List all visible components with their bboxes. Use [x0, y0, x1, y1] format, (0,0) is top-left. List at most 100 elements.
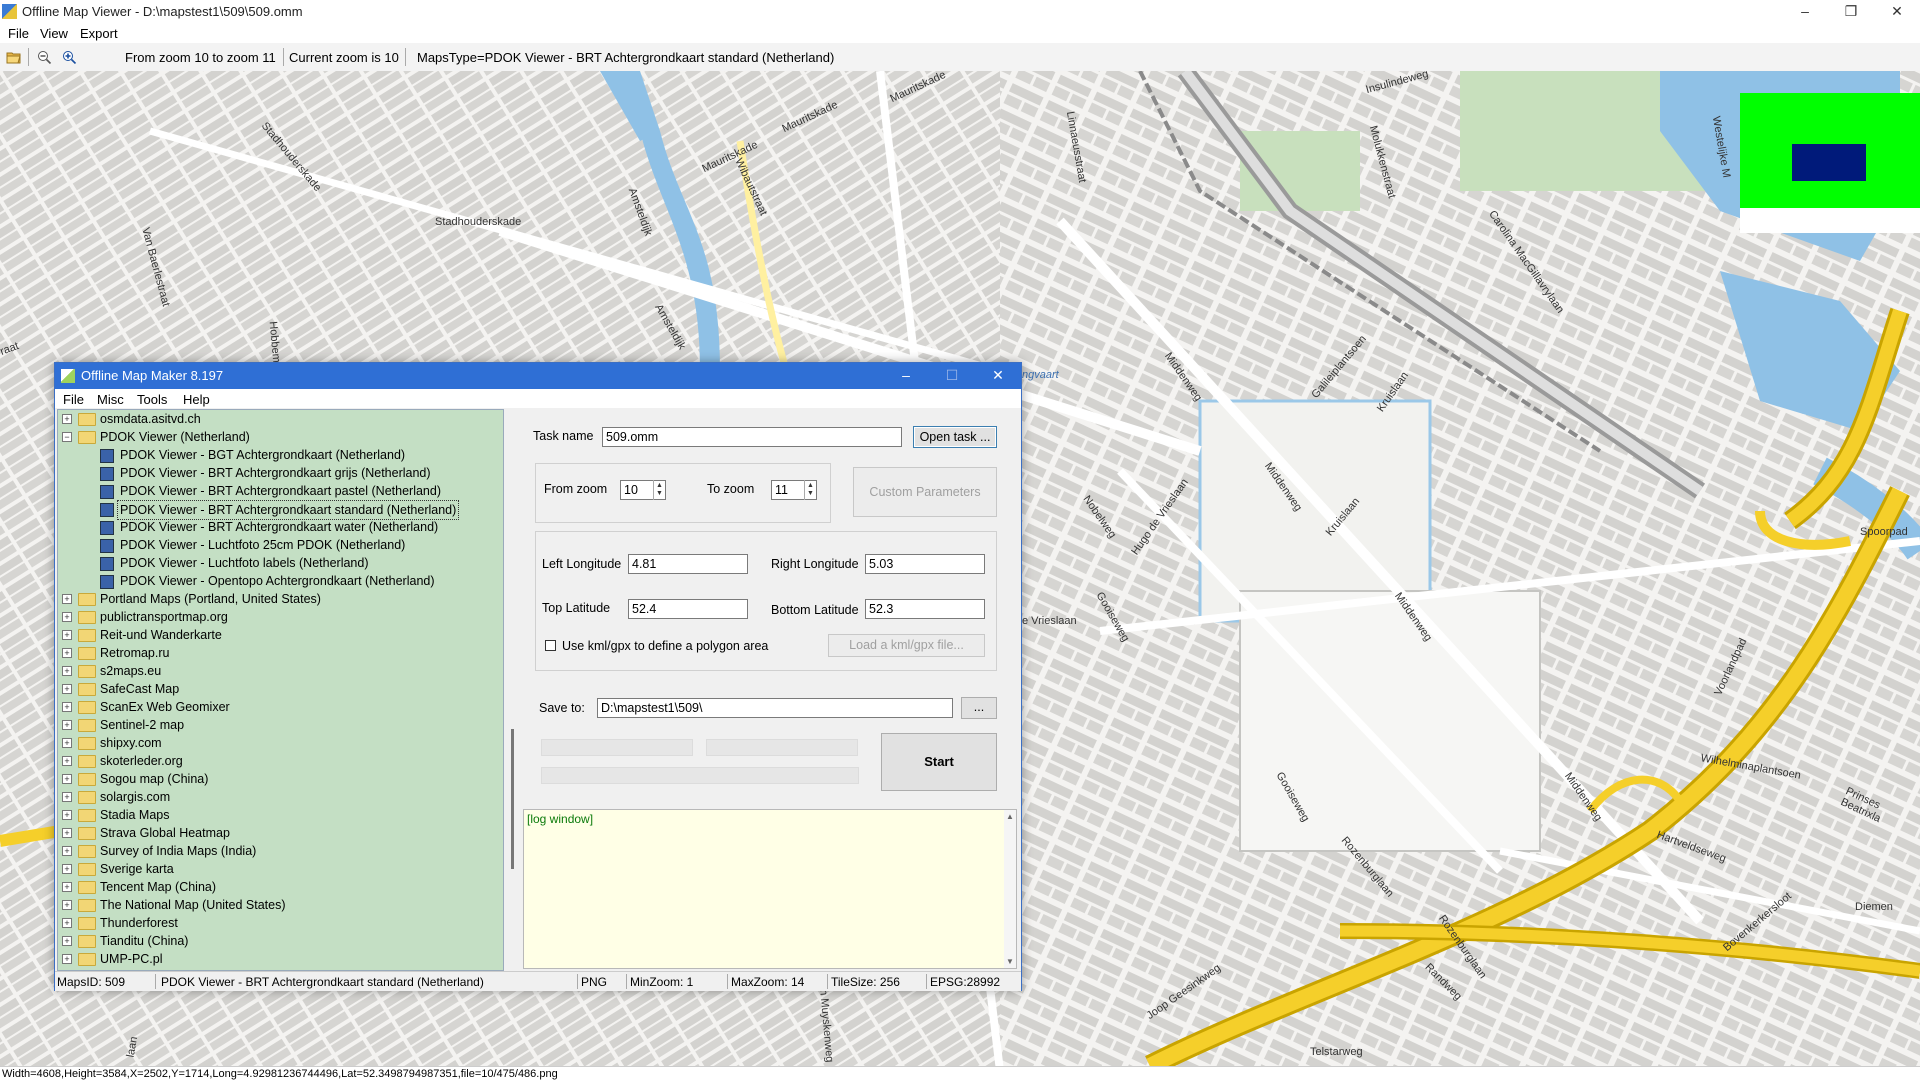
tree-expander-icon[interactable]: + — [62, 720, 72, 730]
tree-expander-icon[interactable]: + — [62, 594, 72, 604]
tree-folder-row[interactable]: + SafeCast Map — [58, 680, 488, 698]
tree-expander-icon[interactable]: + — [62, 684, 72, 694]
tree-map-row[interactable]: PDOK Viewer - BGT Achtergrondkaart (Neth… — [58, 446, 488, 464]
tree-folder-row[interactable]: + osmdata.asitvd.ch — [58, 410, 488, 428]
tree-map-row[interactable]: PDOK Viewer - BRT Achtergrondkaart stand… — [58, 500, 488, 520]
tree-folder-row[interactable]: + publictransportmap.org — [58, 608, 488, 626]
tree-expander-icon[interactable]: + — [62, 936, 72, 946]
tree-expander-icon[interactable]: + — [62, 792, 72, 802]
from-zoom-spinner[interactable]: ▲ ▼ — [653, 480, 666, 500]
tree-expander-icon[interactable]: + — [62, 864, 72, 874]
dialog-menu-misc[interactable]: Misc — [97, 392, 124, 407]
tree-map-label: PDOK Viewer - Opentopo Achtergrondkaart … — [120, 574, 435, 588]
folder-icon — [78, 683, 96, 696]
tree-folder-row[interactable]: + Portland Maps (Portland, United States) — [58, 590, 488, 608]
tree-folder-row[interactable]: − PDOK Viewer (Netherland) — [58, 428, 488, 446]
tree-map-row[interactable]: PDOK Viewer - Luchtfoto labels (Netherla… — [58, 554, 488, 572]
tree-folder-row[interactable]: + Retromap.ru — [58, 644, 488, 662]
tree-expander-icon[interactable]: + — [62, 648, 72, 658]
open-folder-icon[interactable] — [6, 50, 21, 64]
tree-expander-icon[interactable]: + — [62, 774, 72, 784]
tree-folder-row[interactable]: + shipxy.com — [58, 734, 488, 752]
tree-expander-icon[interactable]: + — [62, 738, 72, 748]
tree-expander-icon[interactable]: + — [62, 612, 72, 622]
tree-folder-row[interactable]: + Sverige karta — [58, 860, 488, 878]
tree-scrollbar[interactable] — [507, 409, 519, 969]
tree-folder-row[interactable]: + Survey of India Maps (India) — [58, 842, 488, 860]
tree-folder-label: publictransportmap.org — [100, 610, 228, 624]
right-longitude-input[interactable]: 5.03 — [865, 554, 985, 574]
tree-map-row[interactable]: PDOK Viewer - BRT Achtergrondkaart water… — [58, 518, 488, 536]
tree-folder-row[interactable]: + Sentinel-2 map — [58, 716, 488, 734]
dialog-menu-help[interactable]: Help — [183, 392, 210, 407]
open-task-button[interactable]: Open task ... — [913, 426, 997, 448]
load-kml-button[interactable]: Load a kml/gpx file... — [828, 634, 985, 657]
tree-map-row[interactable]: PDOK Viewer - BRT Achtergrondkaart grijs… — [58, 464, 488, 482]
tree-expander-icon[interactable]: − — [62, 432, 72, 442]
dialog-maximize-button[interactable]: ☐ — [929, 363, 975, 389]
tree-folder-row[interactable]: + s2maps.eu — [58, 662, 488, 680]
menu-file[interactable]: File — [8, 26, 29, 41]
dialog-menu-tools[interactable]: Tools — [137, 392, 167, 407]
dialog-close-button[interactable]: ✕ — [975, 363, 1021, 389]
tree-folder-row[interactable]: + Tencent Map (China) — [58, 878, 488, 896]
tree-expander-icon[interactable]: + — [62, 702, 72, 712]
tree-expander-icon[interactable]: + — [62, 954, 72, 964]
task-name-label: Task name — [533, 429, 594, 443]
to-zoom-input[interactable]: 11 ▲ ▼ — [771, 480, 817, 500]
zoom-in-icon[interactable] — [62, 50, 77, 64]
map-source-tree[interactable]: + osmdata.asitvd.ch − PDOK Viewer (Netherla… — [57, 409, 504, 971]
tree-expander-icon[interactable]: + — [62, 882, 72, 892]
tree-folder-row[interactable]: + The National Map (United States) — [58, 896, 488, 914]
tree-expander-icon[interactable]: + — [62, 900, 72, 910]
folder-icon — [78, 863, 96, 876]
tree-folder-row[interactable]: + Thunderforest — [58, 914, 488, 932]
tree-folder-row[interactable]: + ScanEx Web Geomixer — [58, 698, 488, 716]
tree-folder-row[interactable]: + Reit-und Wanderkarte — [58, 626, 488, 644]
tree-expander-icon[interactable]: + — [62, 810, 72, 820]
minimize-button[interactable]: – — [1782, 0, 1828, 24]
log-scrollbar[interactable]: ▲ ▼ — [1004, 810, 1016, 968]
browse-button[interactable]: ... — [961, 697, 997, 719]
app-icon — [2, 4, 17, 19]
to-zoom-spinner[interactable]: ▲ ▼ — [804, 480, 817, 500]
dialog-menu-file[interactable]: File — [63, 392, 84, 407]
tree-expander-icon[interactable]: + — [62, 846, 72, 856]
dialog-title-bar[interactable]: Offline Map Maker 8.197 – ☐ ✕ — [55, 363, 1021, 389]
tree-folder-row[interactable]: + Sogou map (China) — [58, 770, 488, 788]
save-to-input[interactable]: D:\mapstest1\509\ — [597, 698, 953, 718]
bottom-latitude-input[interactable]: 52.3 — [865, 599, 985, 619]
tree-folder-row[interactable]: + skoterleder.org — [58, 752, 488, 770]
folder-icon — [78, 935, 96, 948]
task-name-input[interactable]: 509.omm — [602, 427, 902, 447]
tree-map-row[interactable]: PDOK Viewer - Luchtfoto 25cm PDOK (Nethe… — [58, 536, 488, 554]
tree-expander-icon[interactable]: + — [62, 666, 72, 676]
tree-folder-row[interactable]: + Stadia Maps — [58, 806, 488, 824]
tree-expander-icon[interactable]: + — [62, 414, 72, 424]
from-zoom-input[interactable]: 10 ▲ ▼ — [620, 480, 666, 500]
tree-scrollbar-thumb[interactable] — [511, 729, 514, 869]
tree-folder-row[interactable]: + Tianditu (China) — [58, 932, 488, 950]
tree-folder-row[interactable]: + UMP-PC.pl — [58, 950, 488, 968]
menu-view[interactable]: View — [40, 26, 68, 41]
log-window[interactable]: [log window] ▲ ▼ — [523, 809, 1017, 969]
tree-expander-icon[interactable]: + — [62, 756, 72, 766]
tree-expander-icon[interactable]: + — [62, 828, 72, 838]
tree-map-row[interactable]: PDOK Viewer - Opentopo Achtergrondkaart … — [58, 572, 488, 590]
overview-viewport-rect[interactable] — [1792, 144, 1866, 181]
top-latitude-input[interactable]: 52.4 — [628, 599, 748, 619]
custom-parameters-button[interactable]: Custom Parameters — [853, 467, 997, 517]
start-button[interactable]: Start — [881, 733, 997, 791]
dialog-minimize-button[interactable]: – — [883, 363, 929, 389]
tree-folder-row[interactable]: + Strava Global Heatmap — [58, 824, 488, 842]
zoom-out-icon[interactable] — [37, 50, 52, 64]
tree-expander-icon[interactable]: + — [62, 630, 72, 640]
kml-checkbox[interactable] — [545, 640, 556, 651]
left-longitude-input[interactable]: 4.81 — [628, 554, 748, 574]
maximize-button[interactable]: ❐ — [1828, 0, 1874, 24]
close-button[interactable]: ✕ — [1874, 0, 1920, 24]
tree-expander-icon[interactable]: + — [62, 918, 72, 928]
tree-folder-row[interactable]: + solargis.com — [58, 788, 488, 806]
tree-map-row[interactable]: PDOK Viewer - BRT Achtergrondkaart paste… — [58, 482, 488, 500]
menu-export[interactable]: Export — [80, 26, 118, 41]
